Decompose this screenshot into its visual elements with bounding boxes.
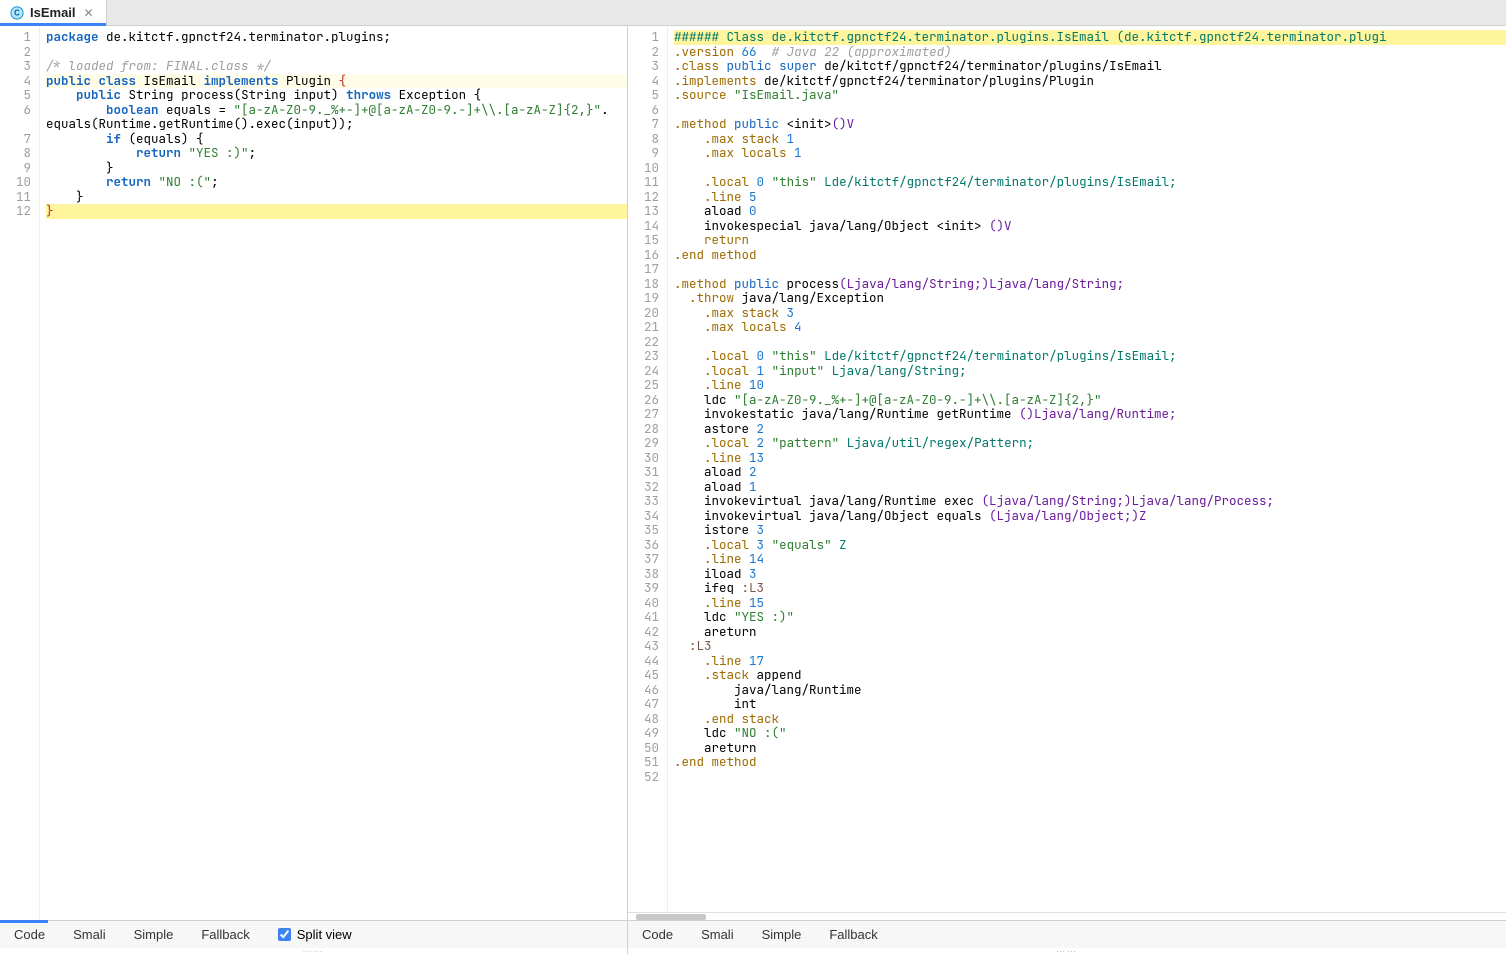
tab-isemail[interactable]: C IsEmail ✕: [0, 0, 107, 25]
footer-tab-fallback-r[interactable]: Fallback: [815, 927, 891, 942]
footer-tab-code-r[interactable]: Code: [628, 927, 687, 942]
footer-left: Code Smali Simple Fallback Split view: [0, 920, 627, 948]
close-icon[interactable]: ✕: [82, 6, 96, 20]
class-icon: C: [10, 6, 24, 20]
app-root: C IsEmail ✕ 123456789101112 package de.k…: [0, 0, 1506, 954]
svg-text:C: C: [14, 8, 20, 17]
tab-label: IsEmail: [30, 5, 76, 20]
gutter-right: 1234567891011121314151617181920212223242…: [628, 26, 668, 912]
footer-tab-fallback[interactable]: Fallback: [187, 927, 263, 942]
right-pane: 1234567891011121314151617181920212223242…: [628, 26, 1506, 954]
code-left[interactable]: package de.kitctf.gpnctf24.terminator.pl…: [40, 26, 627, 920]
split-view-checkbox[interactable]: [278, 928, 291, 941]
gutter-left: 123456789101112: [0, 26, 40, 920]
footer-tab-smali-r[interactable]: Smali: [687, 927, 748, 942]
resize-handle-right[interactable]: ⋯⋯: [628, 948, 1506, 954]
footer-tab-smali[interactable]: Smali: [59, 927, 120, 942]
footer-tab-simple-r[interactable]: Simple: [748, 927, 816, 942]
code-right[interactable]: ###### Class de.kitctf.gpnctf24.terminat…: [668, 26, 1506, 912]
java-editor[interactable]: 123456789101112 package de.kitctf.gpnctf…: [0, 26, 627, 920]
smali-editor[interactable]: 1234567891011121314151617181920212223242…: [628, 26, 1506, 912]
footer-tab-code[interactable]: Code: [0, 927, 59, 942]
scrollbar-right[interactable]: [628, 912, 1506, 920]
tab-bar: C IsEmail ✕: [0, 0, 1506, 26]
split-view-toggle[interactable]: Split view: [264, 927, 366, 942]
split-view-label: Split view: [297, 927, 352, 942]
footer-tab-simple[interactable]: Simple: [120, 927, 188, 942]
footer-right: Code Smali Simple Fallback: [628, 920, 1506, 948]
resize-handle-left[interactable]: ⋯⋯: [0, 948, 627, 954]
left-pane: 123456789101112 package de.kitctf.gpnctf…: [0, 26, 628, 954]
split-view: 123456789101112 package de.kitctf.gpnctf…: [0, 26, 1506, 954]
